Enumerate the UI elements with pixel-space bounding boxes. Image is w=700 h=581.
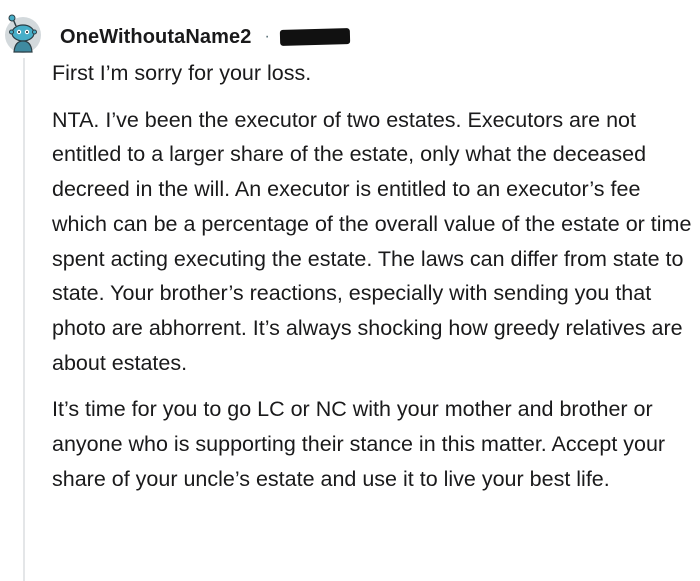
comment-paragraph: First I’m sorry for your loss. <box>52 61 312 85</box>
comment-header: OneWithoutaName2 · <box>60 22 350 52</box>
thread-line[interactable] <box>23 58 25 581</box>
separator-dot: · <box>264 28 270 45</box>
comment: OneWithoutaName2 · First I’m sorry for y… <box>0 0 700 581</box>
snoo-avatar-icon <box>5 14 41 53</box>
comment-paragraph: NTA. I’ve been the executor of two estat… <box>52 107 692 375</box>
redacted-timestamp <box>279 28 350 46</box>
username-link[interactable]: OneWithoutaName2 <box>60 26 251 49</box>
comment-body: First I’m sorry for your loss. NTA. I’ve… <box>52 56 692 508</box>
comment-paragraph: It’s time for you to go LC or NC with yo… <box>52 397 666 491</box>
avatar[interactable] <box>2 12 44 56</box>
